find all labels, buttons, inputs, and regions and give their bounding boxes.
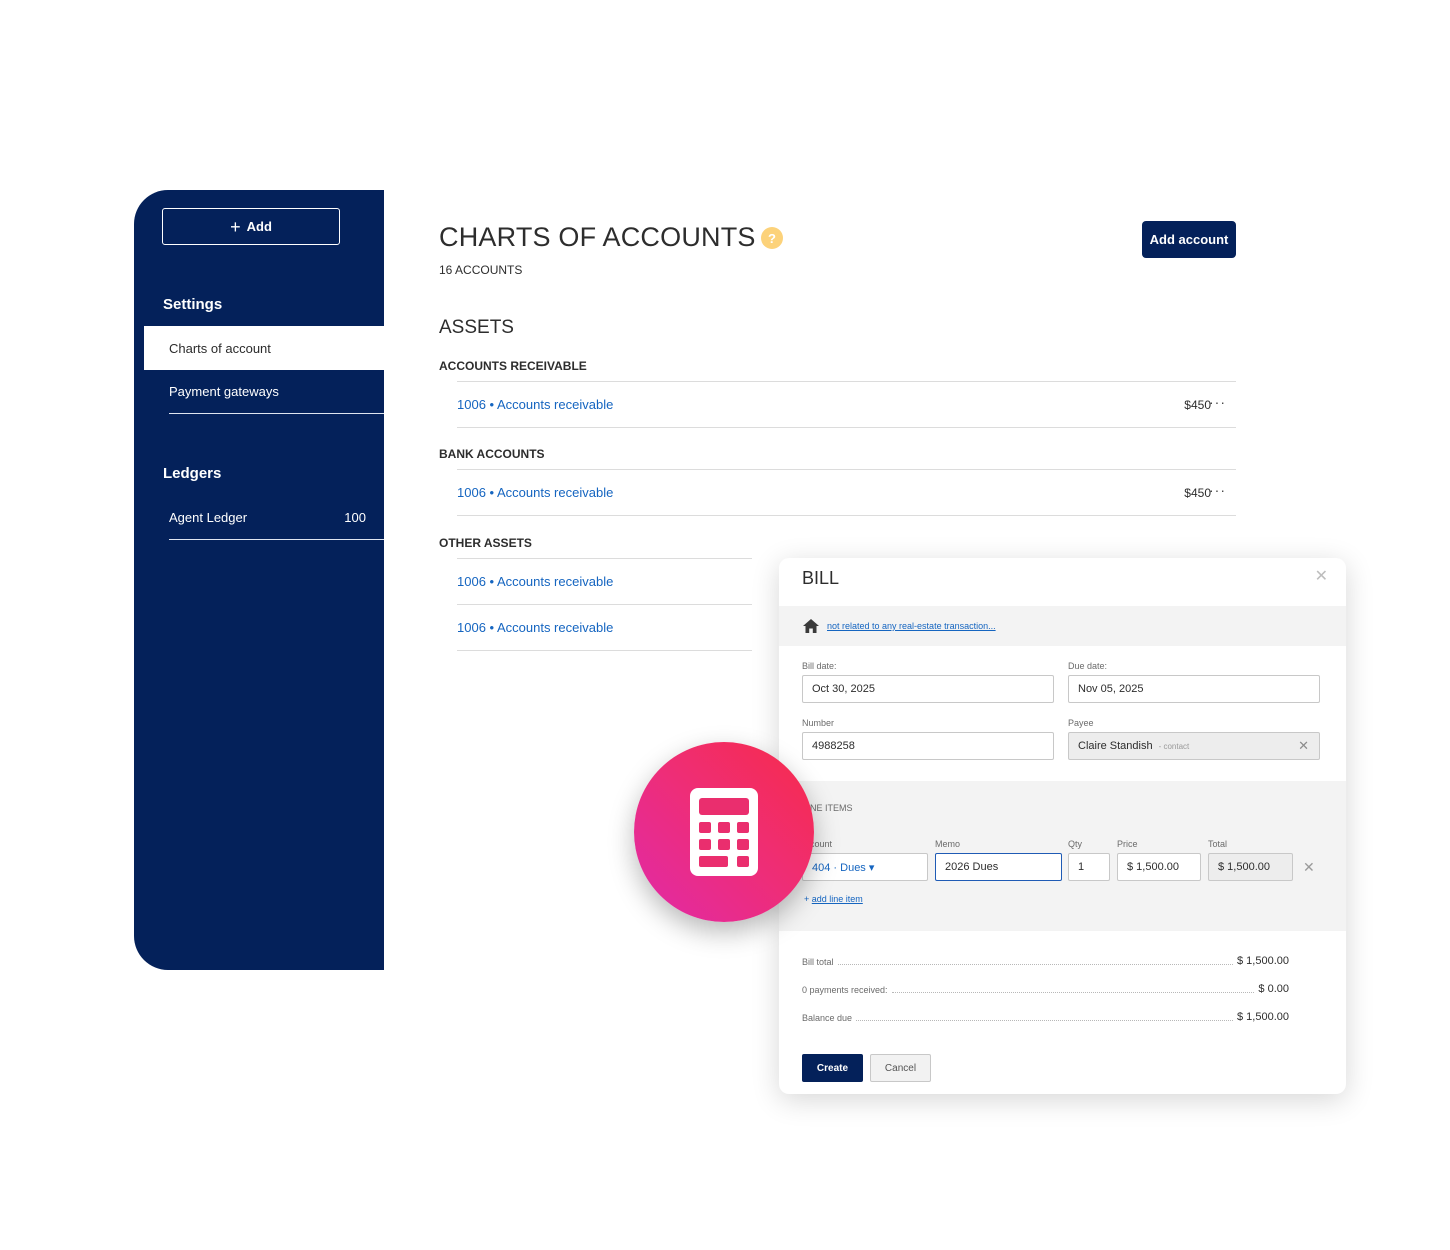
remove-line-icon[interactable]: ✕ bbox=[1303, 859, 1315, 876]
number-field[interactable]: 4988258 bbox=[802, 732, 1054, 760]
column-qty: Qty bbox=[1068, 839, 1083, 849]
account-amount: $450 bbox=[1184, 485, 1211, 500]
transaction-strip: not related to any real-estate transacti… bbox=[779, 606, 1346, 646]
sidebar-item-payment-gateways[interactable]: Payment gateways bbox=[169, 370, 384, 414]
line-items-title: NE ITEMS bbox=[810, 803, 853, 813]
home-icon bbox=[803, 619, 819, 633]
group-title: BANK ACCOUNTS bbox=[439, 447, 545, 461]
bill-date-label: Bill date: bbox=[802, 661, 837, 671]
add-line-item-link[interactable]: + add line item bbox=[804, 894, 863, 904]
more-icon[interactable]: ··· bbox=[1209, 394, 1226, 410]
account-count: 16 ACCOUNTS bbox=[439, 263, 523, 277]
price-field[interactable]: $ 1,500.00 bbox=[1117, 853, 1201, 881]
group-title: OTHER ASSETS bbox=[439, 536, 532, 550]
plus-icon: + bbox=[230, 216, 241, 237]
sidebar: + Add Settings Charts of account Payment… bbox=[134, 190, 384, 970]
leader-line bbox=[891, 992, 1255, 993]
column-price: Price bbox=[1117, 839, 1138, 849]
account-link[interactable]: 1006 • Accounts receivable bbox=[457, 574, 613, 589]
ledgers-heading: Ledgers bbox=[163, 465, 222, 482]
bill-total-row: Bill total $ 1,500.00 bbox=[802, 955, 1289, 967]
balance-value: $ 1,500.00 bbox=[1237, 1011, 1289, 1023]
payments-value: $ 0.00 bbox=[1258, 983, 1289, 995]
due-date-label: Due date: bbox=[1068, 661, 1108, 671]
modal-title: BILL bbox=[802, 568, 840, 588]
account-link[interactable]: 1006 • Accounts receivable bbox=[457, 620, 613, 635]
leader-line bbox=[856, 1020, 1233, 1021]
page-title: CHARTS OF ACCOUNTS bbox=[439, 222, 756, 252]
sidebar-item-label: Charts of account bbox=[169, 340, 271, 356]
section-title-assets: ASSETS bbox=[439, 317, 514, 338]
cancel-button[interactable]: Cancel bbox=[870, 1054, 931, 1082]
calculator-badge bbox=[634, 742, 814, 922]
number-label: Number bbox=[802, 718, 835, 728]
account-select[interactable]: 404 · Dues ▾ bbox=[802, 853, 928, 881]
sidebar-item-charts-of-account[interactable]: Charts of account bbox=[144, 326, 384, 370]
divider bbox=[457, 650, 752, 651]
stage: + Add Settings Charts of account Payment… bbox=[0, 0, 1450, 1250]
column-total: Total bbox=[1208, 839, 1228, 849]
bill-total-value: $ 1,500.00 bbox=[1237, 955, 1289, 967]
calculator-icon bbox=[690, 788, 758, 876]
account-amount: $450 bbox=[1184, 397, 1211, 412]
payee-name: Claire Standish bbox=[1078, 740, 1153, 752]
sidebar-item-label: Payment gateways bbox=[169, 384, 279, 399]
clear-icon[interactable]: ✕ bbox=[1298, 738, 1309, 754]
account-row[interactable]: 1006 • Accounts receivable bbox=[457, 604, 752, 650]
more-icon[interactable]: ··· bbox=[1209, 482, 1226, 498]
column-memo: Memo bbox=[935, 839, 961, 849]
add-button[interactable]: + Add bbox=[162, 208, 340, 245]
bill-modal: BILL ✕ not related to any real-estate tr… bbox=[779, 558, 1346, 1094]
add-line-label: add line item bbox=[811, 894, 863, 904]
payee-field[interactable]: Claire Standish - contact ✕ bbox=[1068, 732, 1320, 760]
plus-icon: + bbox=[804, 894, 812, 904]
payments-row: 0 payments received: $ 0.00 bbox=[802, 983, 1289, 995]
help-icon[interactable]: ? bbox=[761, 227, 783, 249]
account-link[interactable]: 1006 • Accounts receivable bbox=[457, 485, 613, 500]
create-button[interactable]: Create bbox=[802, 1054, 863, 1082]
divider bbox=[457, 427, 1236, 428]
due-date-field[interactable]: Nov 05, 2025 bbox=[1068, 675, 1320, 703]
account-row[interactable]: 1006 • Accounts receivable bbox=[457, 558, 752, 604]
close-icon[interactable]: ✕ bbox=[1315, 566, 1328, 586]
bill-date-field[interactable]: Oct 30, 2025 bbox=[802, 675, 1054, 703]
ledger-count: 100 bbox=[344, 510, 366, 525]
payee-label: Payee bbox=[1068, 718, 1094, 728]
total-field: $ 1,500.00 bbox=[1208, 853, 1293, 881]
payments-label: 0 payments received: bbox=[802, 985, 888, 995]
add-button-label: Add bbox=[246, 219, 272, 234]
memo-field[interactable]: 2026 Dues bbox=[935, 853, 1062, 881]
transaction-link[interactable]: not related to any real-estate transacti… bbox=[827, 621, 996, 631]
group-title: ACCOUNTS RECEIVABLE bbox=[439, 359, 587, 373]
leader-line bbox=[837, 964, 1233, 965]
bill-total-label: Bill total bbox=[802, 957, 834, 967]
account-row[interactable]: 1006 • Accounts receivable $450 ··· bbox=[457, 381, 1236, 427]
account-link[interactable]: 1006 • Accounts receivable bbox=[457, 397, 613, 412]
divider bbox=[457, 515, 1236, 516]
qty-field[interactable]: 1 bbox=[1068, 853, 1110, 881]
settings-heading: Settings bbox=[163, 296, 223, 313]
add-account-button[interactable]: Add account bbox=[1142, 221, 1236, 258]
account-row[interactable]: 1006 • Accounts receivable $450 ··· bbox=[457, 469, 1236, 515]
payee-type: - contact bbox=[1158, 741, 1190, 751]
sidebar-item-agent-ledger[interactable]: Agent Ledger 100 bbox=[169, 496, 384, 540]
balance-row: Balance due $ 1,500.00 bbox=[802, 1011, 1289, 1023]
sidebar-item-label: Agent Ledger bbox=[169, 510, 248, 525]
balance-label: Balance due bbox=[802, 1013, 853, 1023]
